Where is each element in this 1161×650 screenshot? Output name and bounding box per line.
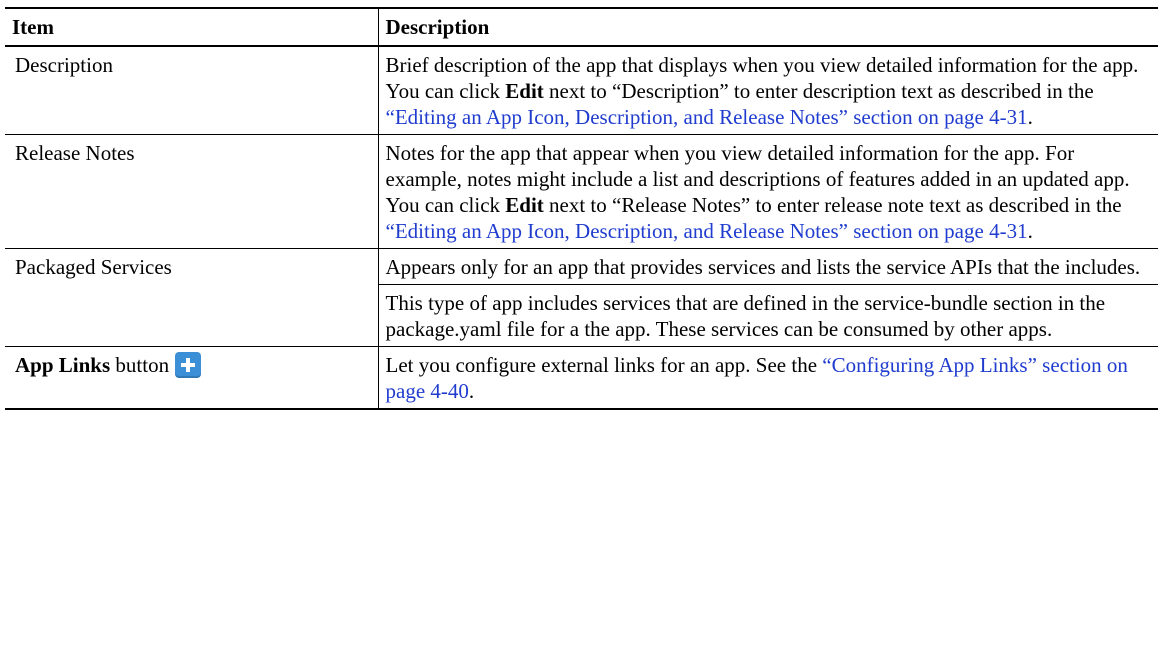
desc-text: . (1027, 219, 1033, 243)
desc-text: next to “Description” to enter descripti… (543, 79, 1094, 103)
desc-text: . (1027, 105, 1033, 129)
edit-keyword: Edit (505, 79, 544, 103)
cross-reference-link[interactable]: “Editing an App Icon, Description, and R… (386, 105, 1028, 129)
desc-text: Appears only for an app that provides se… (385, 255, 1141, 279)
desc-text: This type of app includes services that … (385, 291, 1106, 341)
table-row: Description Brief description of the app… (5, 45, 1158, 135)
app-links-label: App Links (15, 353, 111, 377)
table-header-row: Item Description (5, 7, 1158, 47)
table-row: Packaged Services Appears only for an ap… (5, 248, 1158, 347)
row-description-text: Let you configure external links for an … (377, 346, 1158, 410)
row-description-text: Notes for the app that appear when you v… (377, 134, 1158, 249)
row-item-description: Description (5, 45, 379, 135)
row-item-packaged-services: Packaged Services (5, 248, 379, 347)
button-word: button (110, 353, 170, 377)
plus-icon (175, 352, 202, 379)
row-item-release-notes: Release Notes (5, 134, 379, 249)
table-row: Release Notes Notes for the app that app… (5, 134, 1158, 249)
cross-reference-link[interactable]: “Editing an App Icon, Description, and R… (386, 219, 1028, 243)
edit-keyword: Edit (505, 193, 544, 217)
row-item-app-links: App Links button (5, 346, 379, 410)
header-description: Description (377, 7, 1158, 47)
items-table: Item Description Description Brief descr… (5, 7, 1158, 410)
row-description-text: This type of app includes services that … (378, 284, 1158, 347)
desc-text: Let you configure external links for an … (385, 353, 823, 377)
row-description-text: Appears only for an app that provides se… (377, 248, 1158, 285)
desc-text: next to “Release Notes” to enter release… (543, 193, 1122, 217)
header-item: Item (5, 7, 379, 47)
table-row: App Links button Let you configure exter… (5, 346, 1158, 410)
row-description-text: Brief description of the app that displa… (377, 45, 1158, 135)
desc-text: . (468, 379, 475, 403)
